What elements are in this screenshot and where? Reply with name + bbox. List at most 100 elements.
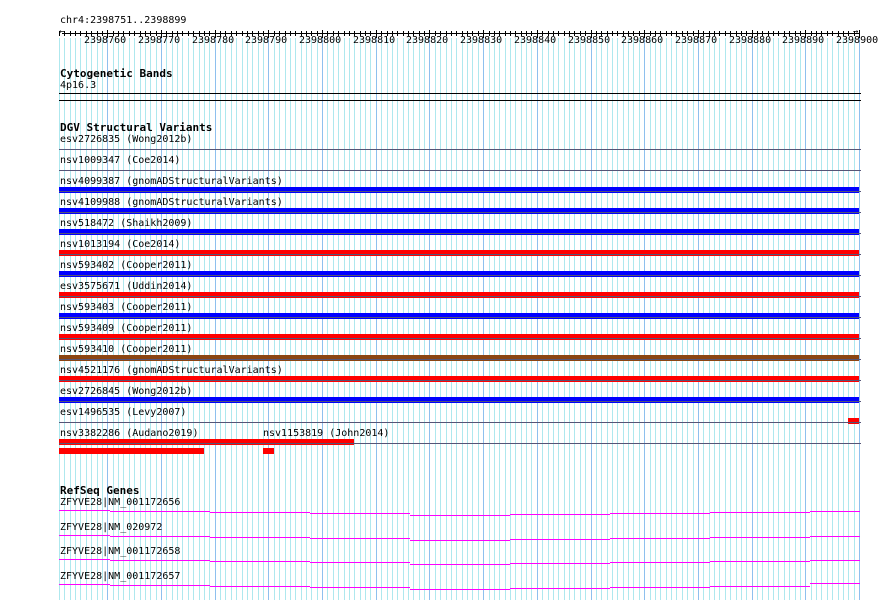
gene-transcript-line[interactable] xyxy=(610,586,710,588)
gene-transcript-line[interactable] xyxy=(210,512,310,513)
gene-transcript-line[interactable] xyxy=(210,561,310,562)
variant-label[interactable]: nsv1009347 (Coe2014) xyxy=(60,155,180,166)
gene-transcript-line[interactable] xyxy=(310,586,410,588)
variant-bar[interactable] xyxy=(263,448,274,454)
gene-label[interactable]: ZFYVE28|NM_001172657 xyxy=(60,571,180,582)
variant-bar[interactable] xyxy=(59,313,859,319)
variant-bar[interactable] xyxy=(59,448,204,454)
variant-bar[interactable] xyxy=(59,187,859,193)
variant-bar[interactable] xyxy=(59,208,859,214)
variant-label[interactable]: nsv593410 (Cooper2011) xyxy=(60,344,192,355)
ruler-tick xyxy=(134,31,135,36)
variant-label[interactable]: nsv593403 (Cooper2011) xyxy=(60,302,192,313)
variant-bar[interactable] xyxy=(59,292,859,298)
ruler-tick xyxy=(290,31,291,36)
ruler-label: 2398840 xyxy=(514,35,557,46)
gene-transcript-line[interactable] xyxy=(410,564,510,565)
genes-track-title: RefSeq Genes xyxy=(60,484,140,497)
variant-bar[interactable] xyxy=(59,376,859,382)
ruler-tick xyxy=(456,31,457,36)
ruler-label: 2398780 xyxy=(192,35,235,46)
gene-transcript-line[interactable] xyxy=(410,539,510,541)
gene-transcript-line[interactable] xyxy=(510,587,610,589)
row-separator xyxy=(59,170,861,171)
gene-transcript-line[interactable] xyxy=(810,511,860,512)
gene-transcript-line[interactable] xyxy=(310,513,410,514)
variant-bar[interactable] xyxy=(59,397,859,403)
ruler-tick xyxy=(666,31,667,36)
gene-transcript-line[interactable] xyxy=(59,534,110,536)
ruler-tick xyxy=(182,31,183,36)
ruler-tick xyxy=(505,31,506,36)
ruler-tick xyxy=(80,31,81,36)
variant-label[interactable]: esv1496535 (Levy2007) xyxy=(60,407,186,418)
gene-transcript-line[interactable] xyxy=(810,560,860,561)
variant-label[interactable]: nsv1013194 (Coe2014) xyxy=(60,239,180,250)
row-separator xyxy=(59,422,861,423)
ruler-label: 2398880 xyxy=(729,35,772,46)
gene-transcript-line[interactable] xyxy=(610,562,710,563)
gene-transcript-line[interactable] xyxy=(410,515,510,516)
variant-label[interactable]: esv2726845 (Wong2012b) xyxy=(60,386,192,397)
gene-transcript-line[interactable] xyxy=(810,535,860,537)
ruler-tick xyxy=(827,31,828,36)
gene-transcript-line[interactable] xyxy=(710,512,810,513)
ruler-tick xyxy=(612,31,613,36)
gene-transcript-line[interactable] xyxy=(510,563,610,564)
variant-bar[interactable] xyxy=(59,271,859,277)
ruler-tick xyxy=(778,31,779,36)
ruler-tick xyxy=(832,31,833,36)
variant-label[interactable]: nsv4099387 (gnomADStructuralVariants) xyxy=(60,176,283,187)
gene-transcript-line[interactable] xyxy=(510,514,610,515)
gene-transcript-line[interactable] xyxy=(510,538,610,540)
gene-transcript-line[interactable] xyxy=(110,535,210,537)
gene-transcript-line[interactable] xyxy=(110,584,210,586)
gene-transcript-line[interactable] xyxy=(59,559,110,560)
ruler-label: 2398800 xyxy=(299,35,342,46)
ruler-label: 2398760 xyxy=(84,35,127,46)
variant-label[interactable]: nsv4521176 (gnomADStructuralVariants) xyxy=(60,365,283,376)
variant-label[interactable]: nsv4109988 (gnomADStructuralVariants) xyxy=(60,197,283,208)
variant-label[interactable]: nsv593409 (Cooper2011) xyxy=(60,323,192,334)
variant-label[interactable]: esv3575671 (Uddin2014) xyxy=(60,281,192,292)
variant-bar[interactable] xyxy=(59,229,859,235)
gene-transcript-line[interactable] xyxy=(710,536,810,538)
gene-transcript-line[interactable] xyxy=(610,537,710,539)
ruler-label: 2398850 xyxy=(568,35,611,46)
ruler-label: 2398830 xyxy=(460,35,503,46)
gene-transcript-line[interactable] xyxy=(210,585,310,587)
ruler-tick xyxy=(75,31,76,36)
ruler-tick xyxy=(70,31,71,36)
variant-label[interactable]: nsv3382286 (Audano2019) xyxy=(60,428,198,439)
variant-bar[interactable] xyxy=(59,334,859,340)
variant-bar[interactable] xyxy=(59,439,354,445)
ruler-label: 2398770 xyxy=(138,35,181,46)
variant-label[interactable]: nsv593402 (Cooper2011) xyxy=(60,260,192,271)
variant-label[interactable]: esv2726835 (Wong2012b) xyxy=(60,134,192,145)
ruler-tick xyxy=(403,31,404,36)
gene-transcript-line[interactable] xyxy=(710,561,810,562)
gene-transcript-line[interactable] xyxy=(310,562,410,563)
gene-transcript-line[interactable] xyxy=(610,513,710,514)
gene-transcript-line[interactable] xyxy=(110,560,210,561)
gene-transcript-line[interactable] xyxy=(110,511,210,512)
gene-transcript-line[interactable] xyxy=(210,536,310,538)
variant-label[interactable]: nsv1153819 (John2014) xyxy=(263,428,389,439)
variant-bar[interactable] xyxy=(59,355,859,361)
gene-label[interactable]: ZFYVE28|NM_001172658 xyxy=(60,546,180,557)
variant-bar[interactable] xyxy=(59,250,859,256)
gene-transcript-line[interactable] xyxy=(310,537,410,539)
gene-transcript-line[interactable] xyxy=(810,582,860,584)
gene-transcript-line[interactable] xyxy=(710,585,810,587)
ruler-tick xyxy=(564,31,565,36)
gene-transcript-line[interactable] xyxy=(59,583,110,585)
gene-label[interactable]: ZFYVE28|NM_020972 xyxy=(60,522,162,533)
row-separator xyxy=(59,338,861,339)
gene-transcript-line[interactable] xyxy=(59,510,110,511)
gene-transcript-line[interactable] xyxy=(410,588,510,590)
gene-label[interactable]: ZFYVE28|NM_001172656 xyxy=(60,497,180,508)
variant-bar[interactable] xyxy=(848,418,859,424)
ruler-tick xyxy=(64,31,65,36)
ruler-tick xyxy=(295,31,296,36)
variant-label[interactable]: nsv518472 (Shaikh2009) xyxy=(60,218,192,229)
